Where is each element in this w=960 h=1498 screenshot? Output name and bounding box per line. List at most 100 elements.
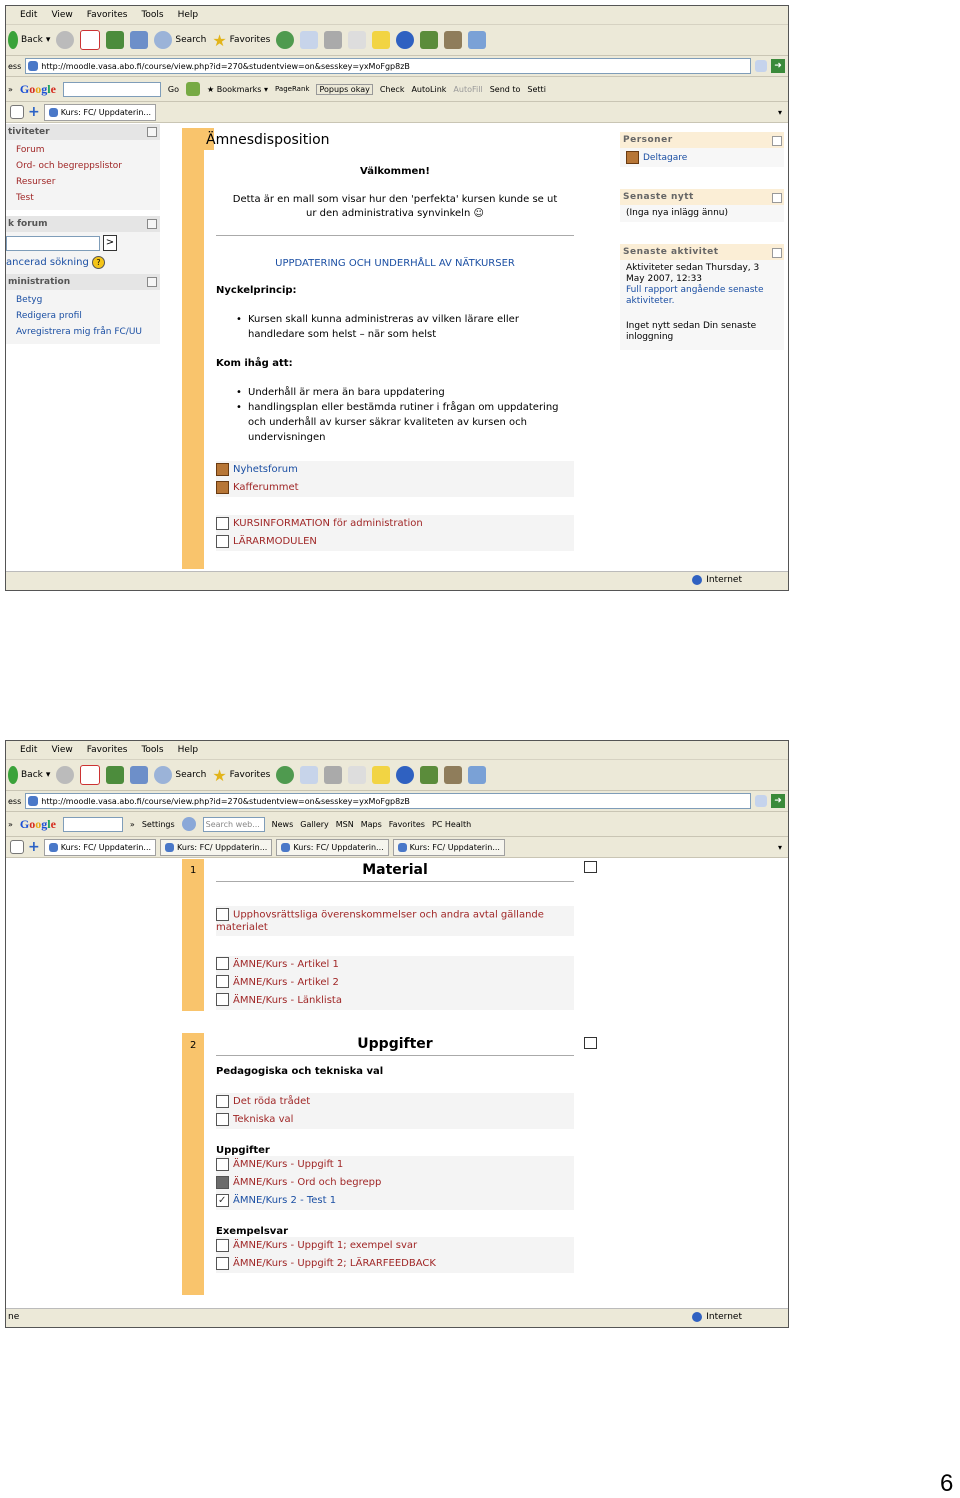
resource-row[interactable]: ÄMNE/Kurs - Artikel 2 <box>216 974 574 992</box>
spellcheck-button[interactable]: Check <box>380 85 405 94</box>
autofill-button[interactable]: AutoFill <box>453 85 482 94</box>
mail-icon[interactable] <box>300 766 319 784</box>
forward-arrow-icon[interactable] <box>56 766 75 784</box>
forum-row[interactable]: Kafferummet <box>216 479 574 497</box>
favorites-button[interactable]: ★ Favorites <box>212 766 270 785</box>
address-input[interactable]: http://moodle.vasa.abo.fi/course/view.ph… <box>25 793 751 809</box>
send-to-button[interactable]: Send to <box>490 85 521 94</box>
resource-row[interactable]: KURSINFORMATION för administration <box>216 515 574 533</box>
edit-icon[interactable] <box>348 766 367 784</box>
menu-favorites[interactable]: Favorites <box>87 745 128 755</box>
go-button[interactable]: Go <box>168 85 179 94</box>
search-button[interactable]: Search <box>154 766 206 784</box>
bookmarks-button[interactable]: ★ Bookmarks ▾ <box>207 85 268 94</box>
resource-row[interactable]: Det röda trådet <box>216 1093 574 1111</box>
tab-list-arrow-icon[interactable]: ▾ <box>778 108 782 117</box>
resource-row[interactable]: ÄMNE/Kurs - Länklista <box>216 992 574 1010</box>
collapse-icon[interactable] <box>147 219 157 229</box>
favorites-button[interactable]: ★ Favorites <box>212 31 270 50</box>
help-icon[interactable]: ? <box>92 256 105 269</box>
print-icon[interactable] <box>324 31 343 49</box>
menu-view[interactable]: View <box>51 745 72 755</box>
tab-course[interactable]: Kurs: FC/ Uppdaterin... <box>160 838 273 856</box>
full-report-link[interactable]: Full rapport angående senaste aktiviteter… <box>626 285 778 307</box>
address-input[interactable]: http://moodle.vasa.abo.fi/course/view.ph… <box>25 58 751 74</box>
people-icon[interactable] <box>468 766 487 784</box>
print-icon[interactable] <box>324 766 343 784</box>
activity-glossary-link[interactable]: Ord- och begreppslistor <box>16 158 160 174</box>
admin-unenrol-link[interactable]: Avregistrera mig från FC/UU <box>16 324 160 340</box>
globe-icon[interactable] <box>396 31 415 49</box>
forward-arrow-icon[interactable] <box>56 31 75 49</box>
chevron-icon[interactable]: » <box>130 820 135 829</box>
participants-link[interactable]: Deltagare <box>643 153 687 163</box>
autolink-button[interactable]: AutoLink <box>411 85 446 94</box>
toolbar-globe-icon[interactable] <box>181 817 196 831</box>
people-icon[interactable] <box>468 31 487 49</box>
refresh-icon[interactable] <box>106 31 125 49</box>
popup-blocker-button[interactable]: Popups okay <box>316 83 373 95</box>
google-search-input[interactable] <box>62 816 123 832</box>
pc-health-button[interactable]: PC Health <box>432 820 471 829</box>
menu-help[interactable]: Help <box>178 10 199 20</box>
forum-search-go-button[interactable]: > <box>103 235 117 251</box>
menu-help[interactable]: Help <box>178 745 199 755</box>
messenger-icon[interactable] <box>420 31 439 49</box>
collapse-icon[interactable] <box>772 136 782 146</box>
quiz-row[interactable]: ÄMNE/Kurs 2 - Test 1 <box>216 1192 574 1210</box>
menu-edit[interactable]: Edit <box>20 745 37 755</box>
globe-icon[interactable] <box>396 766 415 784</box>
quick-tabs-icon[interactable] <box>10 105 24 119</box>
web-search-input[interactable]: Search web... <box>202 816 265 832</box>
tab-course[interactable]: Kurs: FC/ Uppdaterin... <box>392 838 505 856</box>
maps-button[interactable]: Maps <box>361 820 382 829</box>
section-checkbox[interactable] <box>584 1037 597 1049</box>
quick-tabs-icon[interactable] <box>10 840 24 854</box>
gallery-button[interactable]: Gallery <box>300 820 329 829</box>
home-icon[interactable] <box>130 766 149 784</box>
resource-row[interactable]: LÄRARMODULEN <box>216 533 574 551</box>
collapse-icon[interactable] <box>147 277 157 287</box>
menu-edit[interactable]: Edit <box>20 10 37 20</box>
mail-icon[interactable] <box>300 31 319 49</box>
go-arrow-icon[interactable]: ➜ <box>771 794 785 808</box>
google-search-input[interactable] <box>62 81 161 97</box>
settings-button[interactable]: Setti <box>527 85 546 94</box>
back-button[interactable]: Back ▾ <box>8 766 50 784</box>
menu-favorites[interactable]: Favorites <box>87 10 128 20</box>
edit-icon[interactable] <box>348 31 367 49</box>
tab-list-arrow-icon[interactable]: ▾ <box>778 843 782 852</box>
go-arrow-icon[interactable]: ➜ <box>771 59 785 73</box>
resource-row[interactable]: ÄMNE/Kurs - Uppgift 1; exempel svar <box>216 1237 574 1255</box>
new-tab-icon[interactable]: + <box>28 839 40 855</box>
news-button[interactable]: News <box>272 820 294 829</box>
settings-button[interactable]: Settings <box>142 820 175 829</box>
activity-forum-link[interactable]: Forum <box>16 142 160 158</box>
stop-icon[interactable] <box>80 765 101 785</box>
research-icon[interactable] <box>444 31 463 49</box>
resource-row[interactable]: ÄMNE/Kurs - Artikel 1 <box>216 956 574 974</box>
activity-resources-link[interactable]: Resurser <box>16 174 160 190</box>
chevron-icon[interactable]: » <box>8 85 13 94</box>
menu-tools[interactable]: Tools <box>141 745 163 755</box>
favorites-toolbar-button[interactable]: Favorites <box>389 820 425 829</box>
search-button[interactable]: Search <box>154 31 206 49</box>
msn-button[interactable]: MSN <box>336 820 354 829</box>
collapse-icon[interactable] <box>772 193 782 203</box>
tab-course[interactable]: Kurs: FC/ Uppdaterin... <box>43 103 157 121</box>
discuss-icon[interactable] <box>372 31 391 49</box>
admin-edit-profile-link[interactable]: Redigera profil <box>16 308 160 324</box>
back-button[interactable]: Back ▾ <box>8 31 50 49</box>
messenger-icon[interactable] <box>420 766 439 784</box>
dropdown-arrow-icon[interactable] <box>755 795 767 807</box>
forum-row[interactable]: Nyhetsforum <box>216 461 574 479</box>
chevron-icon[interactable]: » <box>8 820 13 829</box>
forum-search-input[interactable] <box>6 236 100 251</box>
refresh-icon[interactable] <box>106 766 125 784</box>
menu-view[interactable]: View <box>51 10 72 20</box>
section-checkbox[interactable] <box>584 861 597 873</box>
activity-quiz-link[interactable]: Test <box>16 190 160 206</box>
collapse-icon[interactable] <box>772 248 782 258</box>
menu-tools[interactable]: Tools <box>141 10 163 20</box>
home-icon[interactable] <box>130 31 149 49</box>
